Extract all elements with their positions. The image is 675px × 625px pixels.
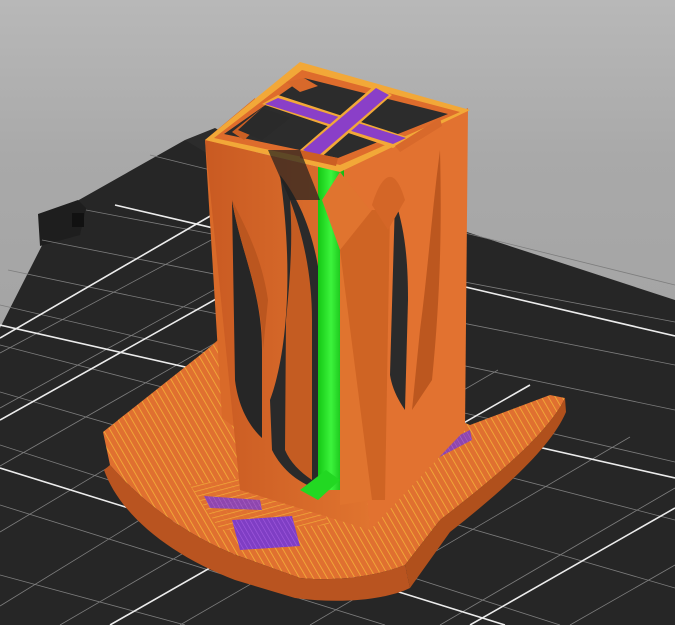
model-tower (205, 62, 470, 530)
3d-print-preview-viewport[interactable] (0, 0, 675, 625)
preview-canvas[interactable] (0, 0, 675, 625)
